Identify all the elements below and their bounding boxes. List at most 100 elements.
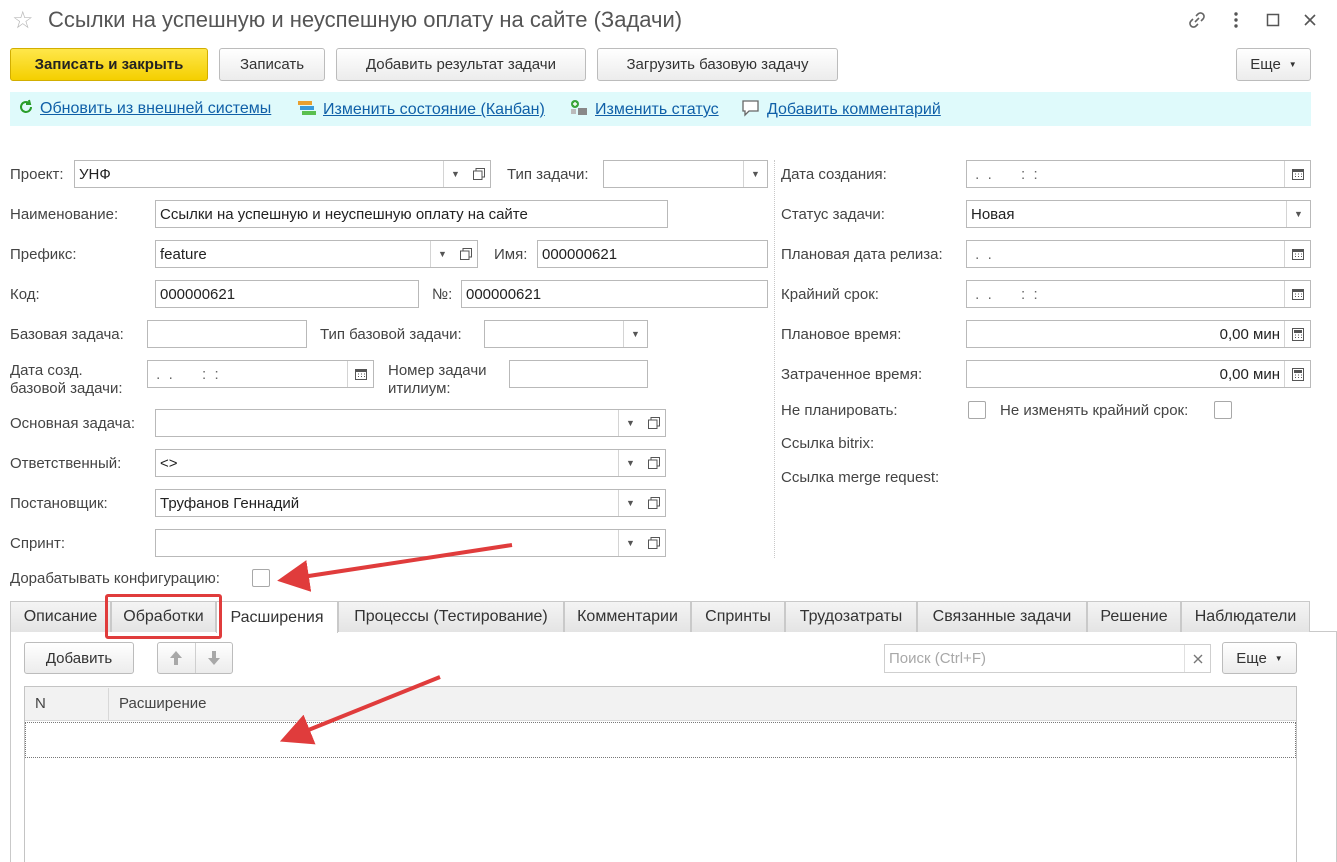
base-date-field[interactable]: . . : : bbox=[147, 360, 374, 388]
load-base-task-button[interactable]: Загрузить базовую задачу bbox=[597, 48, 838, 81]
search-input[interactable]: Поиск (Ctrl+F) bbox=[884, 644, 1211, 673]
kanban-link[interactable]: Изменить состояние (Канбан) bbox=[323, 101, 545, 119]
dropdown-arrow-icon[interactable]: ▼ bbox=[1286, 201, 1310, 227]
status-field[interactable]: Новая ▼ bbox=[966, 200, 1311, 228]
add-result-button[interactable]: Добавить результат задачи bbox=[336, 48, 586, 81]
open-icon[interactable] bbox=[642, 489, 666, 517]
column-header-n[interactable]: N bbox=[35, 695, 46, 713]
dropdown-arrow-icon: ▼ bbox=[1288, 60, 1297, 69]
modify-config-checkbox[interactable] bbox=[252, 569, 270, 587]
number-field[interactable]: 000000621 bbox=[461, 280, 768, 308]
name-field[interactable]: Ссылки на успешную и неуспешную оплату н… bbox=[155, 200, 668, 228]
arrow-up-icon[interactable] bbox=[158, 643, 196, 673]
dropdown-arrow-icon[interactable]: ▼ bbox=[430, 241, 454, 267]
calculator-icon[interactable] bbox=[1284, 361, 1310, 387]
tab-processes-testing[interactable]: Процессы (Тестирование) bbox=[338, 601, 564, 632]
maximize-icon[interactable] bbox=[1261, 8, 1285, 32]
refresh-command[interactable]: Обновить из внешней системы bbox=[18, 99, 271, 119]
created-field[interactable]: . . : : bbox=[966, 160, 1311, 188]
main-task-label: Основная задача: bbox=[10, 415, 135, 432]
kanban-command[interactable]: Изменить состояние (Канбан) bbox=[297, 99, 545, 121]
base-type-label: Тип базовой задачи: bbox=[320, 326, 462, 343]
open-icon[interactable] bbox=[642, 449, 666, 477]
table-more-button[interactable]: Еще ▼ bbox=[1222, 642, 1297, 674]
planned-time-field[interactable]: 0,00 мин bbox=[966, 320, 1311, 348]
tab-watchers[interactable]: Наблюдатели bbox=[1181, 601, 1310, 632]
calendar-icon[interactable] bbox=[347, 361, 373, 387]
save-and-close-button[interactable]: Записать и закрыть bbox=[10, 48, 208, 81]
code-field[interactable]: 000000621 bbox=[155, 280, 419, 308]
sprint-field[interactable]: ▼ bbox=[155, 529, 643, 557]
main-task-field[interactable]: ▼ bbox=[155, 409, 643, 437]
link-icon[interactable] bbox=[1185, 8, 1209, 32]
base-date-label-line2: базовой задачи: bbox=[10, 380, 123, 397]
itilium-label-line1: Номер задачи bbox=[388, 362, 487, 379]
add-row-button[interactable]: Добавить bbox=[24, 642, 134, 674]
open-icon[interactable] bbox=[642, 409, 666, 437]
planned-time-label: Плановое время: bbox=[781, 326, 902, 343]
deadline-field[interactable]: . . : : bbox=[966, 280, 1311, 308]
spent-time-label: Затраченное время: bbox=[781, 366, 923, 383]
table-row[interactable] bbox=[25, 722, 1296, 758]
favorite-star-icon[interactable]: ☆ bbox=[12, 6, 34, 35]
calendar-icon[interactable] bbox=[1284, 241, 1310, 267]
clear-search-icon[interactable] bbox=[1184, 645, 1210, 672]
close-icon[interactable] bbox=[1298, 8, 1322, 32]
prefix-field[interactable]: feature ▼ bbox=[155, 240, 455, 268]
calendar-icon[interactable] bbox=[1284, 161, 1310, 187]
tab-solution[interactable]: Решение bbox=[1087, 601, 1181, 632]
release-field[interactable]: . . bbox=[966, 240, 1311, 268]
no-plan-checkbox[interactable] bbox=[968, 401, 986, 419]
name-label: Наименование: bbox=[10, 206, 119, 223]
dropdown-arrow-icon[interactable]: ▼ bbox=[623, 321, 647, 347]
calculator-icon[interactable] bbox=[1284, 321, 1310, 347]
tab-extensions[interactable]: Расширения bbox=[216, 601, 338, 633]
task-type-field[interactable]: ▼ bbox=[603, 160, 768, 188]
column-header-extension[interactable]: Расширение bbox=[119, 695, 206, 713]
calendar-icon[interactable] bbox=[1284, 281, 1310, 307]
dropdown-arrow-icon[interactable]: ▼ bbox=[618, 410, 642, 436]
created-value: . . : : bbox=[971, 165, 1038, 183]
dropdown-arrow-icon[interactable]: ▼ bbox=[618, 530, 642, 556]
project-value: УНФ bbox=[79, 165, 111, 183]
itilium-field[interactable] bbox=[509, 360, 648, 388]
arrow-down-icon[interactable] bbox=[196, 643, 233, 673]
base-type-field[interactable]: ▼ bbox=[484, 320, 648, 348]
spent-time-field[interactable]: 0,00 мин bbox=[966, 360, 1311, 388]
dropdown-arrow-icon[interactable]: ▼ bbox=[618, 450, 642, 476]
prefix-value: feature bbox=[160, 245, 207, 263]
responsible-value: <> bbox=[160, 454, 178, 472]
tab-labor-costs[interactable]: Трудозатраты bbox=[785, 601, 917, 632]
more-vertical-icon[interactable] bbox=[1224, 8, 1248, 32]
no-change-deadline-checkbox[interactable] bbox=[1214, 401, 1232, 419]
comment-command[interactable]: Добавить комментарий bbox=[741, 99, 941, 121]
open-icon[interactable] bbox=[642, 529, 666, 557]
imya-field[interactable]: 000000621 bbox=[537, 240, 768, 268]
open-icon[interactable] bbox=[467, 160, 491, 188]
responsible-field[interactable]: <> ▼ bbox=[155, 449, 643, 477]
save-button[interactable]: Записать bbox=[219, 48, 325, 81]
tab-related-tasks[interactable]: Связанные задачи bbox=[917, 601, 1087, 632]
open-icon[interactable] bbox=[454, 240, 478, 268]
project-field[interactable]: УНФ ▼ bbox=[74, 160, 468, 188]
tab-sprints[interactable]: Спринты bbox=[691, 601, 785, 632]
base-task-field[interactable] bbox=[147, 320, 307, 348]
author-value: Труфанов Геннадий bbox=[160, 494, 300, 512]
status-command[interactable]: Изменить статус bbox=[569, 99, 719, 121]
dropdown-arrow-icon[interactable]: ▼ bbox=[743, 161, 767, 187]
tab-comments[interactable]: Комментарии bbox=[564, 601, 691, 632]
header-divider bbox=[108, 688, 109, 721]
dropdown-arrow-icon[interactable]: ▼ bbox=[618, 490, 642, 516]
column-separator bbox=[774, 160, 775, 558]
more-button[interactable]: Еще ▼ bbox=[1236, 48, 1311, 81]
refresh-link[interactable]: Обновить из внешней системы bbox=[40, 100, 271, 118]
number-label: №: bbox=[432, 286, 453, 303]
refresh-icon bbox=[18, 99, 34, 119]
comment-link[interactable]: Добавить комментарий bbox=[767, 101, 941, 119]
author-field[interactable]: Труфанов Геннадий ▼ bbox=[155, 489, 643, 517]
status-link[interactable]: Изменить статус bbox=[595, 101, 719, 119]
base-task-label: Базовая задача: bbox=[10, 326, 124, 343]
tab-description[interactable]: Описание bbox=[10, 601, 111, 632]
dropdown-arrow-icon[interactable]: ▼ bbox=[443, 161, 467, 187]
prefix-label: Префикс: bbox=[10, 246, 77, 263]
